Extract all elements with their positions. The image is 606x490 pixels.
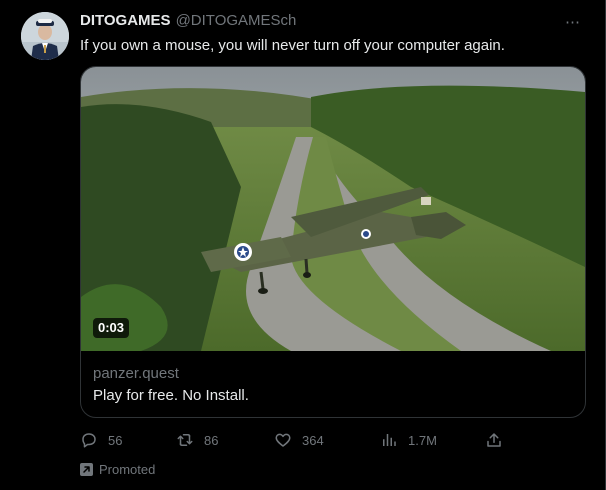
avatar[interactable] <box>21 12 69 60</box>
display-name[interactable]: DITOGAMES <box>80 12 171 29</box>
user-handle[interactable]: @DITOGAMESch <box>176 12 297 29</box>
like-count: 364 <box>302 432 324 448</box>
promoted-text: Promoted <box>99 462 156 477</box>
share-icon <box>487 433 501 447</box>
reply-count: 56 <box>108 432 123 448</box>
card-title[interactable]: Play for free. No Install. <box>93 387 249 404</box>
video-duration-badge: 0:03 <box>93 318 130 338</box>
retweet-count: 86 <box>204 432 219 448</box>
reply-icon <box>82 433 96 448</box>
video-thumbnail <box>81 67 585 351</box>
retweet-icon <box>177 434 193 446</box>
tweet-header: DITOGAMES @DITOGAMESch <box>80 12 296 32</box>
video-player[interactable]: 0:03 <box>81 67 585 351</box>
tweet[interactable]: DITOGAMES @DITOGAMESch ⋯ If you own a mo… <box>0 0 606 490</box>
reply-button[interactable]: 56 <box>80 430 122 450</box>
analytics-icon <box>383 434 396 446</box>
card-domain[interactable]: panzer.quest <box>93 365 179 382</box>
promoted-label: Promoted <box>80 462 155 477</box>
promoted-icon <box>80 463 93 476</box>
link-card[interactable]: 0:03 panzer.quest Play for free. No Inst… <box>80 66 586 418</box>
action-bar: 56 86 364 1.7M <box>80 430 520 450</box>
views-button[interactable]: 1.7M <box>380 430 437 450</box>
retweet-button[interactable]: 86 <box>176 430 218 450</box>
heart-icon <box>275 433 291 447</box>
more-options-icon[interactable]: ⋯ <box>563 12 583 32</box>
avatar-image <box>21 12 69 60</box>
share-button[interactable] <box>485 430 503 450</box>
tweet-text: If you own a mouse, you will never turn … <box>80 37 505 54</box>
like-button[interactable]: 364 <box>274 430 324 450</box>
view-count: 1.7M <box>408 432 437 448</box>
